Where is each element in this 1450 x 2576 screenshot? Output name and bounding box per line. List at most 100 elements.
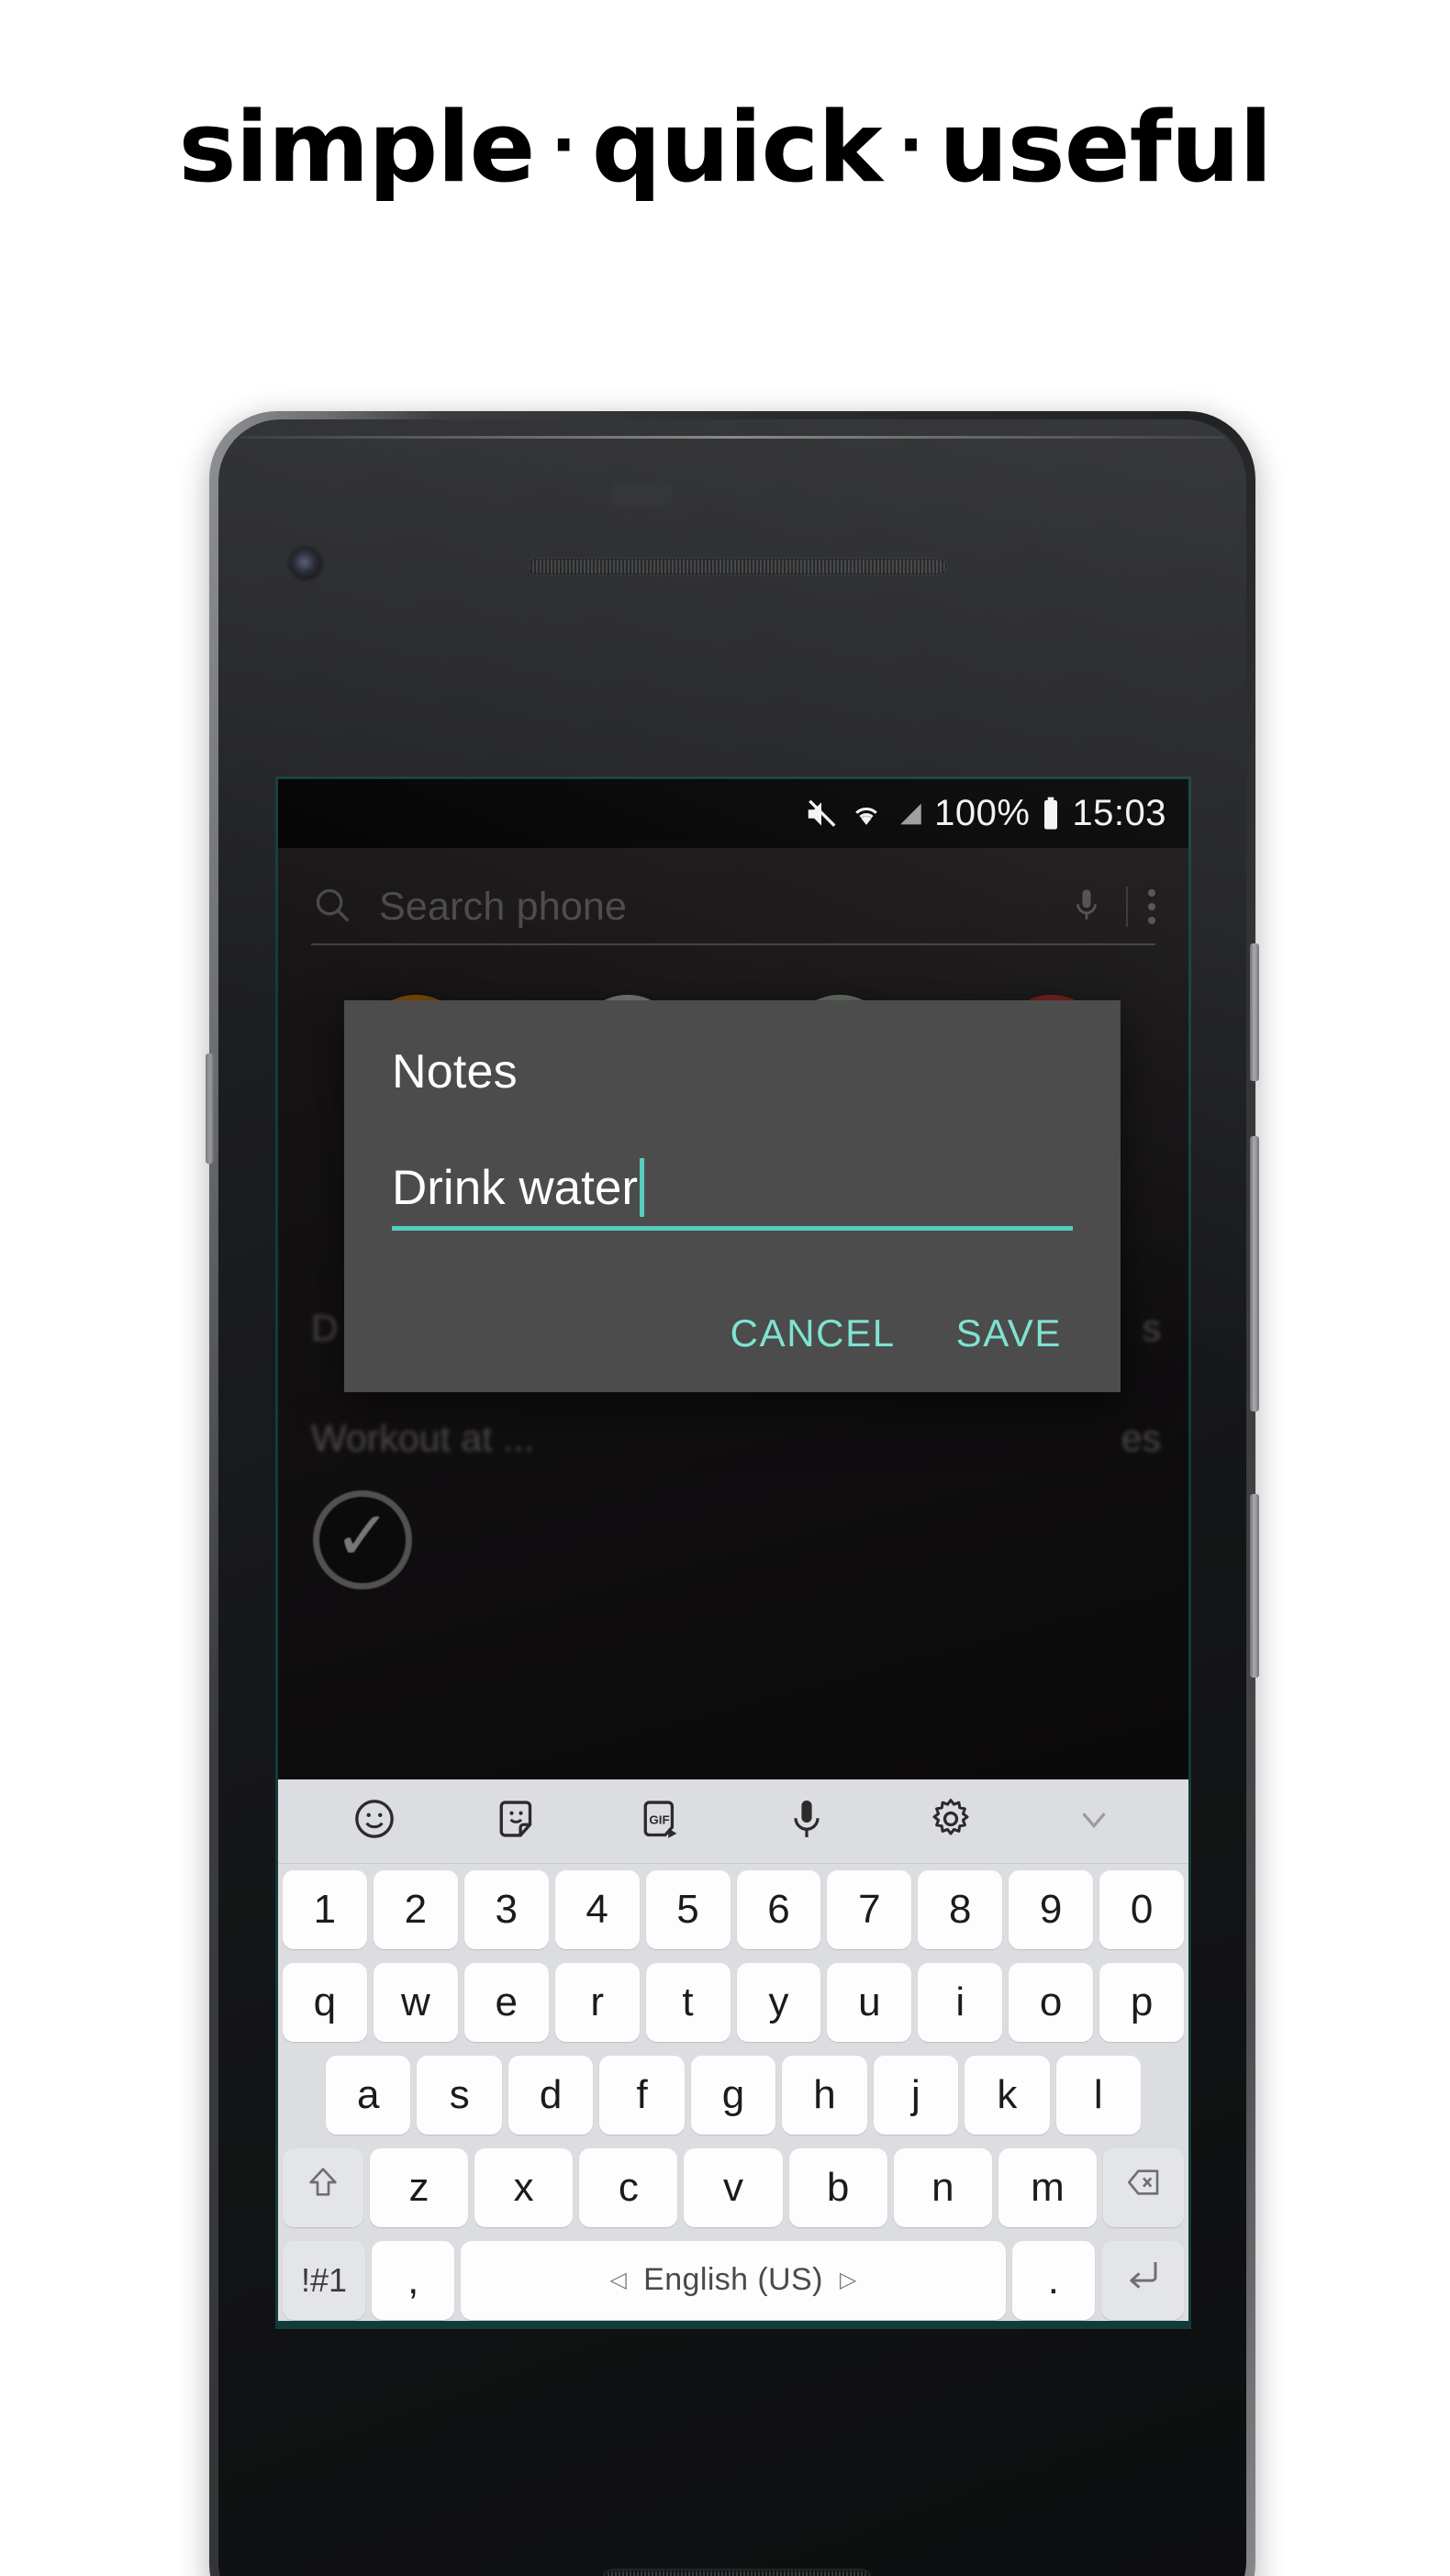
on-screen-keyboard: GIF 1 2 3 4 5 6 7 8 9 0 q w e r t y u i … [278, 1779, 1188, 2326]
phone-screen: 100% 15:03 Search phone D s Workout at .… [278, 779, 1188, 2326]
gif-icon[interactable]: GIF [640, 1796, 686, 1846]
battery-percent-label: 100% [934, 793, 1031, 833]
key-l[interactable]: l [1055, 2055, 1141, 2135]
keyboard-bottom-edge [278, 2321, 1188, 2326]
key-4[interactable]: 4 [554, 1870, 640, 1950]
list-item: es [1121, 1417, 1161, 1459]
checkmark-icon[interactable]: ✓ [313, 1490, 412, 1589]
key-x[interactable]: x [474, 2147, 574, 2227]
key-n[interactable]: n [893, 2147, 992, 2227]
overflow-menu-icon[interactable] [1148, 889, 1155, 924]
keyboard-row-asdf: asdfghjkl [278, 2049, 1188, 2142]
next-language-icon[interactable]: ▷ [840, 2267, 857, 2293]
note-input-value: Drink water [392, 1161, 639, 1215]
microphone-icon[interactable] [1067, 883, 1106, 931]
key-s[interactable]: s [417, 2055, 502, 2135]
key-t[interactable]: t [645, 1963, 731, 2043]
key-y[interactable]: y [736, 1963, 821, 2043]
key-d[interactable]: d [508, 2055, 594, 2135]
headline-word-2: quick [591, 91, 883, 204]
headline-word-1: simple [178, 91, 535, 204]
key-2[interactable]: 2 [373, 1870, 458, 1950]
left-side-button[interactable] [206, 1054, 214, 1164]
key-7[interactable]: 7 [827, 1870, 912, 1950]
microphone-icon[interactable] [785, 1795, 829, 1847]
chevron-down-icon[interactable] [1073, 1798, 1115, 1845]
search-underline [311, 943, 1155, 945]
key-z[interactable]: z [369, 2147, 469, 2227]
headline-word-3: useful [939, 91, 1272, 204]
key-p[interactable]: p [1099, 1963, 1185, 2043]
key-c[interactable]: c [579, 2147, 678, 2227]
text-cursor [640, 1158, 645, 1217]
note-text-field[interactable]: Drink water [392, 1158, 1073, 1231]
cancel-button[interactable]: CANCEL [731, 1311, 896, 1355]
key-3[interactable]: 3 [463, 1870, 549, 1950]
key-i[interactable]: i [918, 1963, 1003, 2043]
key-e[interactable]: e [463, 1963, 549, 2043]
sticker-icon[interactable] [496, 1796, 541, 1846]
volume-down-button[interactable] [1250, 1136, 1259, 1411]
save-button[interactable]: SAVE [956, 1311, 1062, 1355]
front-camera-icon [290, 548, 321, 579]
battery-full-icon [1039, 796, 1063, 832]
backspace-key[interactable] [1103, 2147, 1184, 2227]
prev-language-icon[interactable]: ◁ [609, 2267, 627, 2293]
comma-key[interactable]: , [372, 2240, 455, 2320]
period-key[interactable]: . [1011, 2240, 1095, 2320]
key-0[interactable]: 0 [1099, 1870, 1185, 1950]
key-1[interactable]: 1 [282, 1870, 367, 1950]
search-input[interactable]: Search phone [379, 885, 1067, 930]
key-k[interactable]: k [965, 2055, 1050, 2135]
volume-up-button[interactable] [1250, 943, 1259, 1081]
keyboard-row-bottom: !#1 , ◁ English (US) ▷ . [278, 2234, 1188, 2326]
phone-device-mockup: 100% 15:03 Search phone D s Workout at .… [206, 411, 1259, 2576]
key-f[interactable]: f [599, 2055, 685, 2135]
space-key[interactable]: ◁ English (US) ▷ [461, 2240, 1006, 2320]
svg-text:GIF: GIF [650, 1812, 670, 1826]
key-h[interactable]: h [782, 2055, 867, 2135]
keyboard-row-numbers: 1234567890 [278, 1864, 1188, 1957]
key-a[interactable]: a [326, 2055, 411, 2135]
key-g[interactable]: g [690, 2055, 776, 2135]
dialog-title: Notes [392, 1045, 518, 1098]
backspace-icon [1123, 2164, 1164, 2211]
key-8[interactable]: 8 [918, 1870, 1003, 1950]
phone-body: 100% 15:03 Search phone D s Workout at .… [218, 419, 1246, 2576]
symbols-key[interactable]: !#1 [283, 2240, 366, 2320]
search-bar[interactable]: Search phone [278, 848, 1188, 965]
home-screen-background: Search phone D s Workout at ... es ✓ Not… [278, 848, 1188, 1779]
notes-dialog: Notes Drink water CANCEL SAVE [344, 1000, 1121, 1392]
search-icon [311, 884, 353, 931]
keyboard-row-zxcv: zxcvbnm [278, 2141, 1188, 2234]
space-language-label: English (US) [643, 2262, 823, 2298]
list-item: s [1142, 1307, 1162, 1349]
key-q[interactable]: q [282, 1963, 367, 2043]
key-o[interactable]: o [1009, 1963, 1094, 2043]
clock-label: 15:03 [1072, 793, 1166, 833]
key-j[interactable]: j [873, 2055, 959, 2135]
emoji-icon[interactable] [351, 1796, 397, 1846]
wifi-icon [848, 797, 885, 831]
mute-icon [804, 797, 839, 831]
key-9[interactable]: 9 [1009, 1870, 1094, 1950]
checkmark-glyph: ✓ [333, 1498, 391, 1574]
key-w[interactable]: w [373, 1963, 458, 2043]
key-r[interactable]: r [554, 1963, 640, 2043]
shift-icon [305, 2164, 341, 2211]
key-5[interactable]: 5 [645, 1870, 731, 1950]
key-6[interactable]: 6 [736, 1870, 821, 1950]
shift-key[interactable] [283, 2147, 363, 2227]
key-u[interactable]: u [827, 1963, 912, 2043]
settings-gear-icon[interactable] [927, 1795, 975, 1847]
page-title: simple · quick · useful [0, 99, 1450, 196]
key-m[interactable]: m [998, 2147, 1098, 2227]
keyboard-toolbar: GIF [278, 1779, 1188, 1864]
key-b[interactable]: b [788, 2147, 887, 2227]
enter-key[interactable] [1100, 2240, 1184, 2320]
power-button[interactable] [1250, 1494, 1259, 1678]
headline-separator-2: · [898, 106, 923, 184]
earpiece-speaker [529, 559, 946, 574]
key-v[interactable]: v [684, 2147, 783, 2227]
list-item: Workout at ... [311, 1417, 535, 1459]
